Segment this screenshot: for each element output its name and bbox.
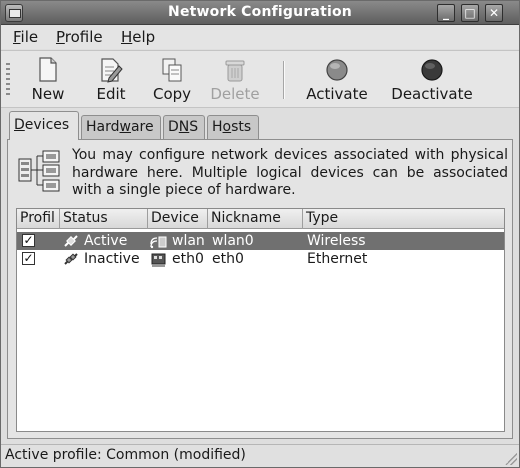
delete-button[interactable]: Delete	[208, 57, 262, 103]
column-profile[interactable]: Profil	[17, 209, 60, 229]
tab-devices-post: evices	[24, 117, 70, 133]
tab-devices[interactable]: Devices	[9, 111, 79, 140]
tab-hardware-pre: Hard	[86, 119, 120, 135]
new-document-icon	[39, 57, 57, 82]
profile-checkbox[interactable]: ✓	[22, 234, 35, 247]
network-configuration-window: Network Configuration _ □ ✕ File Profile…	[0, 0, 520, 468]
new-button-label: New	[31, 85, 65, 103]
devices-list[interactable]: Profil Status Device Nickname Type ✓ Act…	[16, 208, 505, 432]
menu-help-mnemonic: H	[121, 28, 133, 46]
network-devices-icon	[18, 150, 60, 192]
close-button[interactable]: ✕	[485, 4, 503, 22]
tab-hosts[interactable]: Hosts	[207, 115, 259, 139]
device-nickname: wlan0	[212, 233, 254, 249]
menu-profile-mnemonic: P	[56, 28, 65, 46]
toolbar-separator	[283, 61, 285, 99]
deactivate-circle-icon	[421, 59, 443, 81]
devices-info-text: You may configure network devices associ…	[72, 147, 508, 199]
column-type[interactable]: Type	[303, 209, 504, 229]
column-status[interactable]: Status	[60, 209, 148, 229]
device-type: Ethernet	[307, 251, 368, 267]
wireless-device-icon	[150, 236, 167, 249]
tab-devices-mnemonic: D	[14, 117, 25, 133]
menu-file-mnemonic: F	[13, 28, 21, 46]
edit-document-icon	[101, 58, 123, 83]
menu-help[interactable]: Help	[121, 28, 155, 46]
status-bar: Active profile: Common (modified)	[1, 444, 519, 467]
tab-dns-mnemonic: N	[178, 119, 190, 135]
toolbar-grip[interactable]	[6, 63, 10, 97]
tab-hardware-mnemonic: w	[119, 119, 131, 135]
maximize-button[interactable]: □	[461, 4, 479, 22]
minimize-button[interactable]: _	[437, 4, 455, 22]
tab-hardware-post: are	[130, 119, 154, 135]
ethernet-device-icon	[151, 253, 166, 267]
resize-grip[interactable]	[505, 453, 517, 465]
tab-dns-pre: D	[168, 119, 179, 135]
deactivate-button[interactable]: Deactivate	[389, 57, 475, 103]
devices-tab-panel: You may configure network devices associ…	[7, 139, 513, 439]
inactive-status-icon	[64, 253, 78, 265]
menu-file[interactable]: File	[13, 28, 38, 46]
menu-profile-label: rofile	[64, 28, 103, 46]
activate-button-label: Activate	[306, 85, 368, 103]
tab-hosts-pre: H	[212, 119, 223, 135]
tab-hosts-post: sts	[231, 119, 252, 135]
menu-profile[interactable]: Profile	[56, 28, 103, 46]
devices-list-header: Profil Status Device Nickname Type	[17, 209, 504, 229]
title-bar[interactable]: Network Configuration _ □ ✕	[1, 1, 519, 25]
device-nickname: eth0	[212, 251, 244, 267]
deactivate-button-label: Deactivate	[391, 85, 473, 103]
device-type: Wireless	[307, 233, 366, 249]
edit-button[interactable]: Edit	[89, 57, 133, 103]
active-status-icon	[64, 235, 78, 247]
copy-button[interactable]: Copy	[149, 57, 195, 103]
device-name: wlan	[172, 233, 205, 249]
status-text: Active	[84, 233, 128, 249]
column-device[interactable]: Device	[148, 209, 208, 229]
device-row-wlan[interactable]: ✓ Active wlan wlan0 Wireless	[17, 232, 504, 250]
active-profile-status: Active profile: Common (modified)	[5, 447, 246, 463]
menu-bar: File Profile Help	[1, 25, 519, 49]
status-text: Inactive	[84, 251, 140, 267]
toolbar: New Edit Copy Delete Activate Deactivate	[1, 50, 519, 108]
tab-hosts-mnemonic: o	[222, 119, 232, 135]
new-button[interactable]: New	[25, 57, 71, 103]
menu-file-label: ile	[20, 28, 39, 46]
menu-help-label: elp	[132, 28, 156, 46]
activate-circle-icon	[326, 59, 348, 81]
tab-dns[interactable]: DNS	[163, 115, 205, 139]
device-name: eth0	[172, 251, 204, 267]
column-nickname[interactable]: Nickname	[208, 209, 303, 229]
copy-icon	[162, 58, 182, 82]
copy-button-label: Copy	[152, 85, 192, 103]
activate-button[interactable]: Activate	[303, 57, 371, 103]
tab-hardware[interactable]: Hardware	[81, 115, 161, 139]
edit-button-label: Edit	[96, 85, 126, 103]
tab-dns-post: S	[189, 119, 199, 135]
trash-icon	[225, 60, 245, 82]
device-row-eth0[interactable]: ✓ Inactive eth0 eth0 Ethernet	[17, 250, 504, 268]
profile-checkbox[interactable]: ✓	[22, 252, 35, 265]
delete-button-label: Delete	[210, 85, 260, 103]
